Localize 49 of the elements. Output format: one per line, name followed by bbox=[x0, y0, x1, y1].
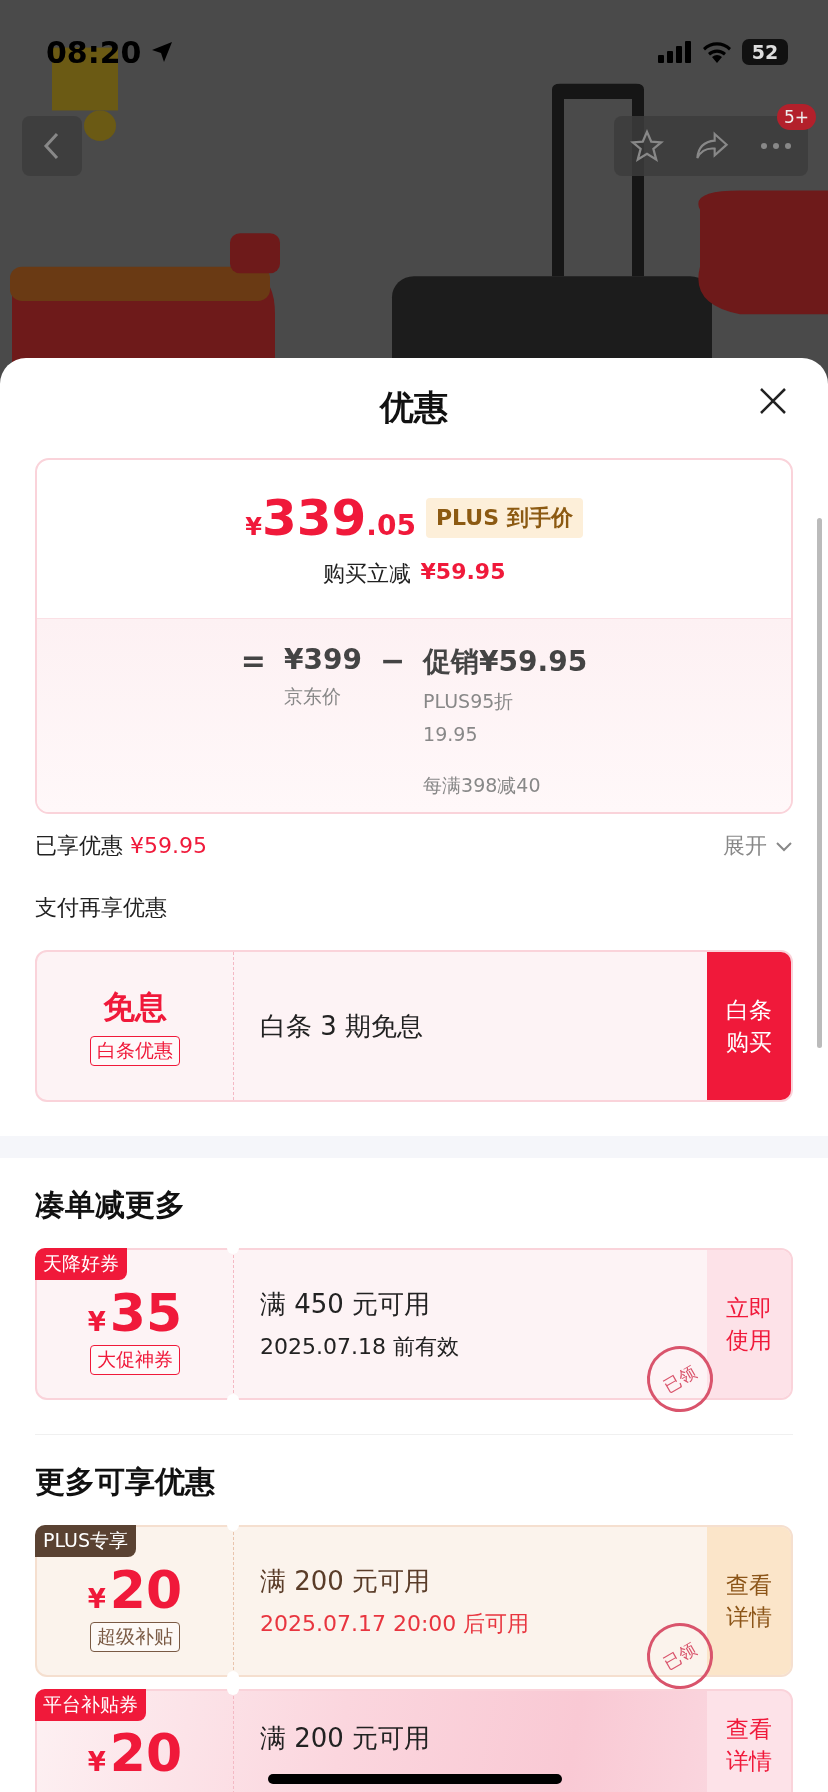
final-price: ¥339.05 bbox=[245, 489, 416, 547]
coupon-corner-label: PLUS专享 bbox=[35, 1525, 137, 1557]
coupon-tag: 大促神券 bbox=[90, 1345, 180, 1375]
saving-label: 购买立减 bbox=[322, 560, 411, 588]
promo-rule: 每满398减40 bbox=[423, 773, 542, 798]
coupon-condition: 满 200 元可用 bbox=[260, 1564, 432, 1598]
installment-headline: 免息 bbox=[103, 987, 167, 1028]
enjoyed-label: 已享优惠 bbox=[35, 833, 123, 858]
star-icon[interactable] bbox=[630, 129, 664, 163]
coupon-action-button[interactable]: 查看详情 bbox=[707, 1527, 791, 1675]
coupon-condition: 满 200 元可用 bbox=[260, 1722, 432, 1755]
installment-buy-button[interactable]: 白条购买 bbox=[707, 952, 791, 1100]
message-count-badge: 5+ bbox=[776, 104, 816, 130]
coupon-amount: ¥20 bbox=[87, 1727, 183, 1779]
promo-detail: 19.95 bbox=[423, 723, 479, 745]
coupon-tag: 超级补贴 bbox=[90, 1622, 180, 1652]
equals-sign: = bbox=[240, 643, 266, 680]
section-title: 更多可享优惠 bbox=[35, 1463, 216, 1501]
pay-discount-title: 支付再享优惠 bbox=[35, 894, 168, 922]
coupon-amount: ¥35 bbox=[87, 1287, 183, 1339]
signal-icon bbox=[658, 41, 692, 63]
coupon-action-button[interactable]: 立即使用 bbox=[707, 1250, 791, 1398]
installment-description: 白条 3 期免息 bbox=[260, 1009, 425, 1043]
saving-value: ¥59.95 bbox=[420, 559, 506, 586]
section-title: 凑单减更多 bbox=[35, 1186, 186, 1224]
base-price: ¥399 bbox=[284, 643, 362, 676]
chevron-down-icon bbox=[775, 840, 793, 852]
promo-amount: 促销¥59.95 bbox=[423, 644, 588, 680]
coupon-corner-label: 平台补贴券 bbox=[35, 1689, 146, 1721]
coupon-amount: ¥20 bbox=[87, 1564, 183, 1616]
plus-price-tag: PLUS 到手价 bbox=[425, 498, 583, 538]
battery-icon: 52 bbox=[742, 39, 788, 65]
more-icon[interactable] bbox=[760, 142, 792, 150]
minus-sign: − bbox=[379, 643, 406, 680]
installment-tag: 白条优惠 bbox=[90, 1036, 180, 1066]
enjoyed-value: ¥59.95 bbox=[130, 833, 207, 858]
sheet-title: 优惠 bbox=[380, 386, 448, 429]
coupon-validity: 2025.07.18 前有效 bbox=[260, 1332, 460, 1361]
wifi-icon bbox=[702, 41, 732, 63]
close-icon[interactable] bbox=[758, 386, 788, 416]
coupon-condition: 满 450 元可用 bbox=[260, 1287, 432, 1321]
back-button[interactable] bbox=[22, 116, 82, 176]
base-price-label: 京东价 bbox=[284, 684, 342, 709]
coupon-action-button[interactable]: 查看详情 bbox=[707, 1691, 791, 1792]
promo-detail: PLUS95折 bbox=[423, 689, 515, 714]
status-time: 08:20 bbox=[46, 34, 142, 70]
expand-toggle[interactable]: 展开 bbox=[723, 831, 793, 861]
coupon-validity: 2025.07.17 20:00 后可用 bbox=[260, 1609, 531, 1638]
coupon-corner-label: 天降好券 bbox=[35, 1248, 127, 1280]
